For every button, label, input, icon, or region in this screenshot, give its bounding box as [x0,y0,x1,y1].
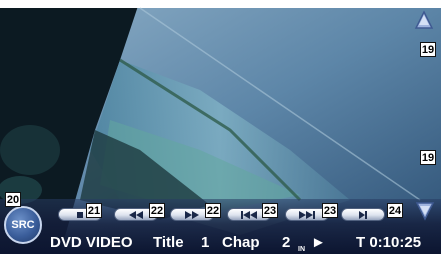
playback-time: T 0:10:25 [356,234,422,251]
rewind-icon [129,210,143,219]
fast-forward-icon [185,210,199,219]
callout-23-prev: 23 [262,203,278,218]
callout-24: 24 [387,203,403,218]
scroll-down-button[interactable] [415,199,435,221]
callout-19-down: 19 [420,150,436,165]
source-button-label: SRC [11,219,35,231]
callout-22-rewind: 22 [149,203,165,218]
skip-forward-icon [299,210,315,219]
scroll-up-button[interactable] [414,10,434,32]
title-label: Title [153,234,184,251]
callout-22-fast-forward: 22 [205,203,221,218]
triangle-up-icon [414,10,434,29]
callout-19-up: 19 [420,42,436,57]
callout-20: 20 [5,192,21,207]
play-state-icon: ► [311,234,326,251]
callout-21: 21 [86,203,102,218]
title-number: 1 [201,234,210,251]
skip-back-icon [241,210,257,219]
stop-icon [77,211,83,218]
chapter-number: 2 [282,234,291,251]
source-label: DVD VIDEO [50,234,133,251]
dvd-playback-screen: 19 19 20 SRC 21 22 22 23 23 24 DVD VIDEO… [0,0,441,254]
slow-play-button[interactable] [341,208,385,221]
chapter-label: Chap [222,234,260,251]
triangle-down-icon [415,202,435,221]
in-indicator: IN [298,246,305,253]
callout-23-next: 23 [322,203,338,218]
slow-play-icon [359,210,367,219]
status-line: DVD VIDEO Title 1 Chap 2 IN ► T 0:10:25 [0,232,441,254]
